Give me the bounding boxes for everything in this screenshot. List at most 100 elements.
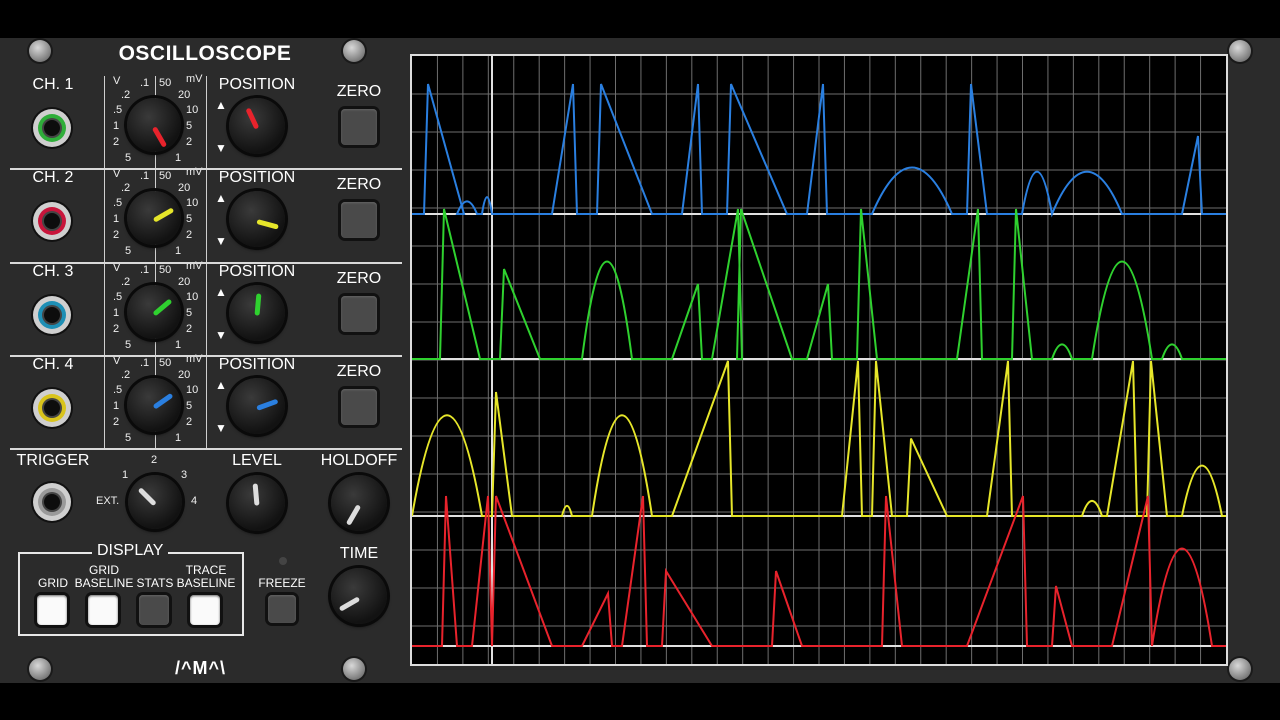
down-arrow-icon: ▼ bbox=[215, 328, 227, 342]
channel-1-position-knob[interactable] bbox=[229, 98, 285, 154]
knob-pointer bbox=[151, 126, 168, 148]
knob-pointer bbox=[152, 298, 173, 317]
scope-canvas bbox=[412, 56, 1226, 664]
channel-3-zero-button[interactable] bbox=[341, 296, 377, 332]
volts-unit: V bbox=[113, 262, 121, 274]
scale-tick-left: 5 bbox=[125, 432, 132, 444]
scale-tick-right: 10 bbox=[186, 384, 199, 396]
scale-tick-right: 10 bbox=[186, 291, 199, 303]
scale-tick-right: 1 bbox=[175, 432, 182, 444]
scale-tick-left: .2 bbox=[121, 369, 131, 381]
trace-baseline-toggle-button[interactable] bbox=[190, 595, 220, 625]
freeze-button[interactable] bbox=[268, 595, 296, 623]
channel-2-scale-knob[interactable] bbox=[127, 191, 181, 245]
grid-label: GRID bbox=[38, 576, 68, 590]
channel-3-position-knob[interactable] bbox=[229, 285, 285, 341]
scale-tick-right: 50 bbox=[159, 170, 172, 182]
stats-toggle-button[interactable] bbox=[139, 595, 169, 625]
scale-tick-left: 1 bbox=[113, 400, 120, 412]
freeze-led bbox=[279, 557, 287, 565]
scale-tick-left: 2 bbox=[113, 229, 120, 241]
holdoff-knob[interactable] bbox=[331, 475, 387, 531]
time-knob[interactable] bbox=[331, 568, 387, 624]
scale-tick-left: 5 bbox=[125, 245, 132, 257]
scale-tick-right: 20 bbox=[178, 369, 191, 381]
up-arrow-icon: ▲ bbox=[215, 98, 227, 112]
time-label: TIME bbox=[339, 545, 379, 562]
scope-display bbox=[410, 54, 1228, 666]
channel-1-scale-knob[interactable] bbox=[127, 98, 181, 152]
oscilloscope-module: OSCILLOSCOPE CH. 1 VmV .1.2.5 1 2 5 50 20 10 5 2 1 P… bbox=[0, 38, 1280, 683]
channel-1-input-jack[interactable] bbox=[33, 109, 71, 147]
screw-bottom-right bbox=[1229, 658, 1251, 680]
channel-2-zero-button[interactable] bbox=[341, 202, 377, 238]
channel-4-input-jack[interactable] bbox=[33, 389, 71, 427]
scale-tick-right: 20 bbox=[178, 182, 191, 194]
position-label: POSITION bbox=[218, 356, 296, 373]
scale-tick-left: 2 bbox=[113, 416, 120, 428]
trigger-ext-jack[interactable] bbox=[33, 483, 71, 521]
grid-toggle-button[interactable] bbox=[37, 595, 67, 625]
channel-4-scale-knob[interactable] bbox=[127, 378, 181, 432]
channel-2-input-jack[interactable] bbox=[33, 202, 71, 240]
trigger-tick-4: 4 bbox=[191, 495, 198, 507]
millivolts-unit: mV bbox=[186, 73, 203, 85]
knob-pointer bbox=[256, 398, 279, 411]
screw-top-left bbox=[29, 40, 51, 62]
channel-1-zero-button[interactable] bbox=[341, 109, 377, 145]
zero-label: ZERO bbox=[336, 176, 382, 193]
module-title: OSCILLOSCOPE bbox=[118, 42, 292, 65]
scale-tick-right: 5 bbox=[186, 213, 193, 225]
scale-tick-right: 20 bbox=[178, 276, 191, 288]
scale-tick-left: .1 bbox=[140, 357, 150, 369]
up-arrow-icon: ▲ bbox=[215, 285, 227, 299]
scale-tick-right: 20 bbox=[178, 89, 191, 101]
scale-tick-left: .5 bbox=[113, 384, 123, 396]
stats-label: STATS bbox=[136, 576, 174, 590]
scale-tick-left: .1 bbox=[140, 170, 150, 182]
knob-pointer bbox=[152, 207, 175, 223]
channel-label: CH. 1 bbox=[32, 76, 74, 93]
scale-tick-right: 10 bbox=[186, 104, 199, 116]
zero-label: ZERO bbox=[336, 363, 382, 380]
down-arrow-icon: ▼ bbox=[215, 421, 227, 435]
scale-tick-right: 1 bbox=[175, 245, 182, 257]
channel-3-scale-knob[interactable] bbox=[127, 285, 181, 339]
grid-baseline-toggle-button[interactable] bbox=[88, 595, 118, 625]
scale-tick-left: 2 bbox=[113, 323, 120, 335]
scale-tick-right: 50 bbox=[159, 77, 172, 89]
scale-tick-left: .5 bbox=[113, 104, 123, 116]
scale-tick-left: .1 bbox=[140, 264, 150, 276]
brand-logo: /^M^\ bbox=[175, 658, 227, 678]
channel-label: CH. 3 bbox=[32, 263, 74, 280]
channel-3-input-jack[interactable] bbox=[33, 296, 71, 334]
level-knob[interactable] bbox=[229, 475, 285, 531]
scale-tick-left: .2 bbox=[121, 89, 131, 101]
divider bbox=[10, 262, 402, 264]
scale-tick-right: 2 bbox=[186, 416, 193, 428]
down-arrow-icon: ▼ bbox=[215, 234, 227, 248]
scale-tick-right: 2 bbox=[186, 229, 193, 241]
screw-bottom-left bbox=[29, 658, 51, 680]
scale-tick-left: 1 bbox=[113, 213, 120, 225]
scale-tick-right: 1 bbox=[175, 339, 182, 351]
scale-tick-right: 2 bbox=[186, 323, 193, 335]
scale-tick-left: .5 bbox=[113, 291, 123, 303]
knob-pointer bbox=[256, 219, 279, 230]
screw-top-mid bbox=[343, 40, 365, 62]
zero-label: ZERO bbox=[336, 83, 382, 100]
trigger-label: TRIGGER bbox=[16, 452, 90, 469]
channel-2-position-knob[interactable] bbox=[229, 191, 285, 247]
channel-label: CH. 4 bbox=[32, 356, 74, 373]
channel-4-zero-button[interactable] bbox=[341, 389, 377, 425]
channel-4-position-knob[interactable] bbox=[229, 378, 285, 434]
scale-tick-right: 10 bbox=[186, 197, 199, 209]
display-title: DISPLAY bbox=[92, 542, 169, 560]
position-label: POSITION bbox=[218, 169, 296, 186]
up-arrow-icon: ▲ bbox=[215, 191, 227, 205]
trigger-source-knob[interactable] bbox=[128, 475, 182, 529]
knob-pointer bbox=[254, 293, 262, 316]
trigger-tick-3: 3 bbox=[181, 469, 188, 481]
scale-tick-left: 5 bbox=[125, 339, 132, 351]
volts-unit: V bbox=[113, 75, 121, 87]
